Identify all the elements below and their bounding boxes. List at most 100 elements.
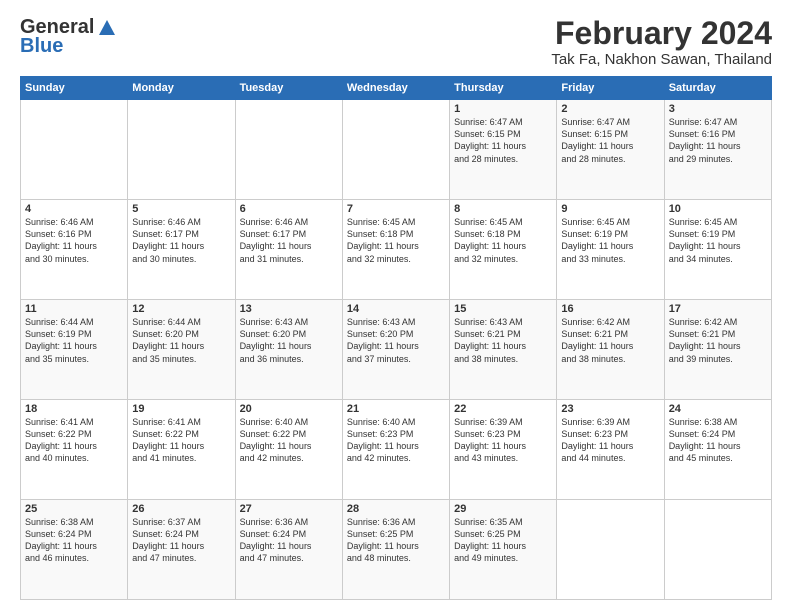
day-number: 6 (240, 203, 338, 215)
day-number: 23 (561, 403, 659, 415)
day-of-week-header: Thursday (450, 77, 557, 100)
day-number: 8 (454, 203, 552, 215)
day-number: 24 (669, 403, 767, 415)
day-number: 16 (561, 303, 659, 315)
calendar-cell: 11Sunrise: 6:44 AM Sunset: 6:19 PM Dayli… (21, 300, 128, 400)
calendar-cell: 5Sunrise: 6:46 AM Sunset: 6:17 PM Daylig… (128, 200, 235, 300)
day-info: Sunrise: 6:46 AM Sunset: 6:17 PM Dayligh… (132, 216, 230, 265)
day-info: Sunrise: 6:46 AM Sunset: 6:17 PM Dayligh… (240, 216, 338, 265)
day-number: 25 (25, 503, 123, 515)
day-info: Sunrise: 6:47 AM Sunset: 6:15 PM Dayligh… (561, 116, 659, 165)
day-number: 2 (561, 103, 659, 115)
day-info: Sunrise: 6:44 AM Sunset: 6:19 PM Dayligh… (25, 316, 123, 365)
calendar-cell: 10Sunrise: 6:45 AM Sunset: 6:19 PM Dayli… (664, 200, 771, 300)
day-info: Sunrise: 6:43 AM Sunset: 6:21 PM Dayligh… (454, 316, 552, 365)
calendar-cell: 12Sunrise: 6:44 AM Sunset: 6:20 PM Dayli… (128, 300, 235, 400)
logo: General Blue (20, 16, 118, 58)
day-of-week-header: Friday (557, 77, 664, 100)
calendar-cell: 22Sunrise: 6:39 AM Sunset: 6:23 PM Dayli… (450, 400, 557, 500)
title-block: February 2024 Tak Fa, Nakhon Sawan, Thai… (551, 16, 772, 68)
day-number: 17 (669, 303, 767, 315)
calendar-cell: 14Sunrise: 6:43 AM Sunset: 6:20 PM Dayli… (342, 300, 449, 400)
calendar-cell: 26Sunrise: 6:37 AM Sunset: 6:24 PM Dayli… (128, 500, 235, 600)
location: Tak Fa, Nakhon Sawan, Thailand (551, 51, 772, 68)
calendar-cell: 28Sunrise: 6:36 AM Sunset: 6:25 PM Dayli… (342, 500, 449, 600)
day-number: 20 (240, 403, 338, 415)
day-info: Sunrise: 6:42 AM Sunset: 6:21 PM Dayligh… (561, 316, 659, 365)
calendar: SundayMondayTuesdayWednesdayThursdayFrid… (20, 76, 772, 600)
day-number: 21 (347, 403, 445, 415)
calendar-week-row: 11Sunrise: 6:44 AM Sunset: 6:19 PM Dayli… (21, 300, 772, 400)
day-info: Sunrise: 6:41 AM Sunset: 6:22 PM Dayligh… (25, 416, 123, 465)
day-of-week-header: Monday (128, 77, 235, 100)
day-number: 9 (561, 203, 659, 215)
day-info: Sunrise: 6:40 AM Sunset: 6:22 PM Dayligh… (240, 416, 338, 465)
day-number: 29 (454, 503, 552, 515)
calendar-cell: 18Sunrise: 6:41 AM Sunset: 6:22 PM Dayli… (21, 400, 128, 500)
day-info: Sunrise: 6:35 AM Sunset: 6:25 PM Dayligh… (454, 516, 552, 565)
day-of-week-header: Saturday (664, 77, 771, 100)
day-of-week-header: Sunday (21, 77, 128, 100)
day-info: Sunrise: 6:45 AM Sunset: 6:18 PM Dayligh… (454, 216, 552, 265)
day-info: Sunrise: 6:45 AM Sunset: 6:18 PM Dayligh… (347, 216, 445, 265)
day-info: Sunrise: 6:44 AM Sunset: 6:20 PM Dayligh… (132, 316, 230, 365)
day-number: 22 (454, 403, 552, 415)
calendar-cell: 8Sunrise: 6:45 AM Sunset: 6:18 PM Daylig… (450, 200, 557, 300)
calendar-cell: 6Sunrise: 6:46 AM Sunset: 6:17 PM Daylig… (235, 200, 342, 300)
page: General Blue February 2024 Tak Fa, Nakho… (0, 0, 792, 612)
logo-icon (96, 17, 118, 39)
calendar-cell: 16Sunrise: 6:42 AM Sunset: 6:21 PM Dayli… (557, 300, 664, 400)
day-info: Sunrise: 6:45 AM Sunset: 6:19 PM Dayligh… (561, 216, 659, 265)
day-number: 26 (132, 503, 230, 515)
day-of-week-header: Tuesday (235, 77, 342, 100)
day-number: 5 (132, 203, 230, 215)
day-info: Sunrise: 6:36 AM Sunset: 6:25 PM Dayligh… (347, 516, 445, 565)
day-number: 3 (669, 103, 767, 115)
calendar-cell: 29Sunrise: 6:35 AM Sunset: 6:25 PM Dayli… (450, 500, 557, 600)
day-number: 10 (669, 203, 767, 215)
calendar-cell: 21Sunrise: 6:40 AM Sunset: 6:23 PM Dayli… (342, 400, 449, 500)
day-number: 4 (25, 203, 123, 215)
calendar-cell (21, 100, 128, 200)
calendar-cell: 20Sunrise: 6:40 AM Sunset: 6:22 PM Dayli… (235, 400, 342, 500)
day-info: Sunrise: 6:43 AM Sunset: 6:20 PM Dayligh… (347, 316, 445, 365)
calendar-cell (342, 100, 449, 200)
day-number: 19 (132, 403, 230, 415)
calendar-cell (128, 100, 235, 200)
calendar-cell: 27Sunrise: 6:36 AM Sunset: 6:24 PM Dayli… (235, 500, 342, 600)
calendar-cell: 2Sunrise: 6:47 AM Sunset: 6:15 PM Daylig… (557, 100, 664, 200)
day-number: 7 (347, 203, 445, 215)
day-number: 12 (132, 303, 230, 315)
day-number: 13 (240, 303, 338, 315)
day-number: 14 (347, 303, 445, 315)
day-info: Sunrise: 6:46 AM Sunset: 6:16 PM Dayligh… (25, 216, 123, 265)
calendar-cell: 23Sunrise: 6:39 AM Sunset: 6:23 PM Dayli… (557, 400, 664, 500)
day-info: Sunrise: 6:39 AM Sunset: 6:23 PM Dayligh… (454, 416, 552, 465)
day-info: Sunrise: 6:38 AM Sunset: 6:24 PM Dayligh… (25, 516, 123, 565)
calendar-week-row: 18Sunrise: 6:41 AM Sunset: 6:22 PM Dayli… (21, 400, 772, 500)
calendar-cell: 4Sunrise: 6:46 AM Sunset: 6:16 PM Daylig… (21, 200, 128, 300)
calendar-table: SundayMondayTuesdayWednesdayThursdayFrid… (20, 76, 772, 600)
day-info: Sunrise: 6:41 AM Sunset: 6:22 PM Dayligh… (132, 416, 230, 465)
day-info: Sunrise: 6:39 AM Sunset: 6:23 PM Dayligh… (561, 416, 659, 465)
calendar-cell: 25Sunrise: 6:38 AM Sunset: 6:24 PM Dayli… (21, 500, 128, 600)
day-number: 11 (25, 303, 123, 315)
header: General Blue February 2024 Tak Fa, Nakho… (20, 16, 772, 68)
day-info: Sunrise: 6:45 AM Sunset: 6:19 PM Dayligh… (669, 216, 767, 265)
calendar-cell: 13Sunrise: 6:43 AM Sunset: 6:20 PM Dayli… (235, 300, 342, 400)
calendar-cell (235, 100, 342, 200)
calendar-cell: 19Sunrise: 6:41 AM Sunset: 6:22 PM Dayli… (128, 400, 235, 500)
day-info: Sunrise: 6:37 AM Sunset: 6:24 PM Dayligh… (132, 516, 230, 565)
calendar-cell: 1Sunrise: 6:47 AM Sunset: 6:15 PM Daylig… (450, 100, 557, 200)
day-info: Sunrise: 6:42 AM Sunset: 6:21 PM Dayligh… (669, 316, 767, 365)
day-of-week-header: Wednesday (342, 77, 449, 100)
day-info: Sunrise: 6:36 AM Sunset: 6:24 PM Dayligh… (240, 516, 338, 565)
day-number: 28 (347, 503, 445, 515)
logo-blue-text: Blue (20, 35, 63, 58)
calendar-cell (557, 500, 664, 600)
day-number: 18 (25, 403, 123, 415)
calendar-cell: 7Sunrise: 6:45 AM Sunset: 6:18 PM Daylig… (342, 200, 449, 300)
header-row: SundayMondayTuesdayWednesdayThursdayFrid… (21, 77, 772, 100)
day-info: Sunrise: 6:47 AM Sunset: 6:16 PM Dayligh… (669, 116, 767, 165)
calendar-cell: 15Sunrise: 6:43 AM Sunset: 6:21 PM Dayli… (450, 300, 557, 400)
